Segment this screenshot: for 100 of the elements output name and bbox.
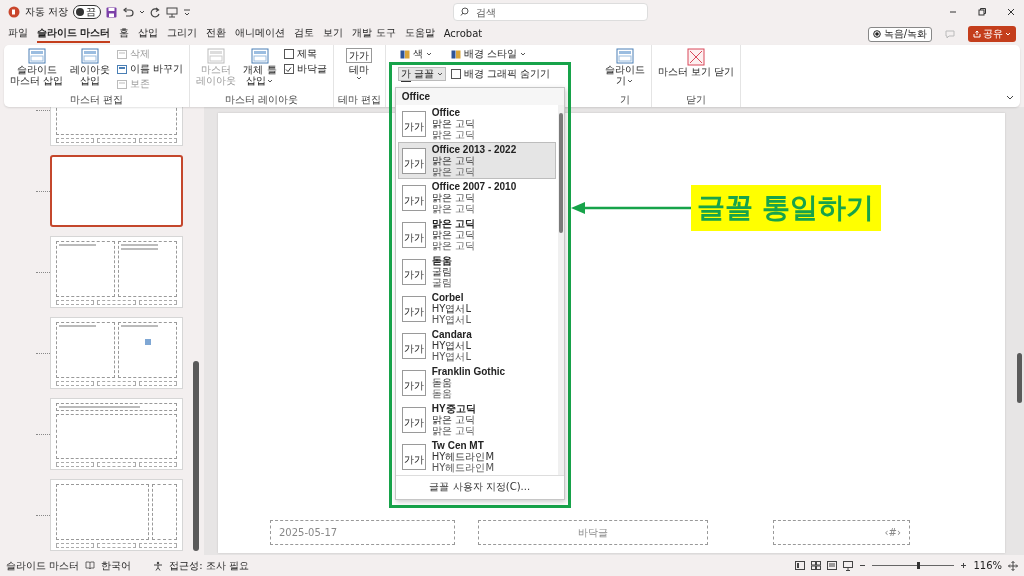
font-theme-name: Candara xyxy=(431,329,472,340)
theme-button[interactable]: 가가 테마 xyxy=(344,47,375,82)
grid-view-icon[interactable] xyxy=(811,561,822,570)
undo-icon[interactable] xyxy=(122,6,135,18)
body-font: HY헤드라인M xyxy=(431,462,494,473)
group-label: 기 xyxy=(619,94,630,106)
ribbon-button[interactable]: 개체 틀 삽입 xyxy=(241,47,279,87)
search-field[interactable]: 검색 xyxy=(452,3,648,21)
font-theme-name: Franklin Gothic xyxy=(431,366,506,377)
book-icon[interactable] xyxy=(85,561,96,570)
reading-view-icon[interactable] xyxy=(827,561,838,570)
scrollbar[interactable] xyxy=(557,105,564,475)
checkbox-label[interactable]: 바닥글 xyxy=(296,62,327,76)
close-icon[interactable] xyxy=(1006,7,1016,17)
footer-placeholder[interactable]: 바닥글 xyxy=(478,520,708,545)
ribbon-menu-button[interactable]: 색 xyxy=(397,47,446,61)
zoom-in-icon[interactable] xyxy=(960,562,968,569)
fonts-menu-button[interactable]: 가 글꼴 xyxy=(397,67,446,81)
ribbon-tab[interactable]: Acrobat xyxy=(443,26,483,42)
fit-to-window-icon[interactable] xyxy=(1008,560,1018,571)
slide-thumbnail[interactable] xyxy=(50,155,183,227)
accessibility-icon[interactable] xyxy=(153,560,164,571)
font-preview: 가가 xyxy=(401,332,426,359)
ribbon-button[interactable]: 슬라이드 기 xyxy=(602,47,647,87)
close-master-button[interactable]: 마스터 보기 닫기 xyxy=(655,47,737,78)
body-font: 돋움 xyxy=(431,388,453,399)
caret-icon xyxy=(519,51,526,57)
zoom-reading[interactable]: 116% xyxy=(973,560,1002,571)
heading-font: 돋움 xyxy=(431,377,453,388)
heading-font: HY엽서L xyxy=(431,340,472,351)
heading-font: 맑은 고딕 xyxy=(431,229,475,240)
checkbox-label[interactable]: 배경 그래픽 숨기기 xyxy=(463,67,551,81)
ribbon-tab[interactable]: 검토 xyxy=(294,25,315,43)
dropdown-header: Office xyxy=(395,88,564,105)
font-theme-name: HY중고딕 xyxy=(431,403,476,414)
autosave-label: 자동 저장 xyxy=(25,5,69,19)
ribbon-tab[interactable]: 보기 xyxy=(323,25,344,43)
checkbox-label[interactable]: 제목 xyxy=(296,47,317,61)
ribbon-tab[interactable]: 파일 xyxy=(8,25,28,43)
slideshow-icon[interactable] xyxy=(843,560,854,571)
font-preview: 가가 xyxy=(401,147,426,174)
slide-layout-icon xyxy=(207,48,226,64)
caret-icon xyxy=(436,71,443,77)
restore-icon[interactable] xyxy=(977,7,987,17)
group-label: 테마 편집 xyxy=(337,94,381,106)
body-font: 맑은 고딕 xyxy=(431,240,475,251)
slide-icon xyxy=(117,79,128,89)
slide-number-placeholder[interactable]: ‹#› xyxy=(773,520,910,545)
caret-icon xyxy=(1005,31,1011,37)
font-theme-name: 맑은 고딕 xyxy=(431,218,475,229)
body-font: HY엽서L xyxy=(431,314,471,325)
record-button[interactable]: 녹음/녹화 xyxy=(867,26,932,42)
theme-preview: 가가 xyxy=(346,48,373,63)
font-preview: 가가 xyxy=(401,110,426,137)
share-icon xyxy=(973,30,981,38)
normal-view-icon[interactable] xyxy=(795,561,806,570)
checkbox[interactable] xyxy=(283,64,294,74)
status-accessibility[interactable]: 접근성: 조사 필요 xyxy=(169,558,249,573)
status-mode: 슬라이드 마스터 xyxy=(6,558,80,573)
ribbon-tab[interactable]: 전환 xyxy=(206,25,227,43)
body-font: 맑은 고딕 xyxy=(431,425,476,436)
ribbon-button[interactable]: 슬라이드 마스터 삽입 xyxy=(8,47,66,87)
slide-icon xyxy=(117,49,128,59)
font-theme-name: Office xyxy=(431,107,462,118)
redo-icon[interactable] xyxy=(150,6,162,18)
save-icon[interactable] xyxy=(106,6,118,18)
presentation-icon[interactable] xyxy=(166,6,179,18)
collapse-icon[interactable] xyxy=(1006,93,1014,101)
checkbox[interactable] xyxy=(450,69,461,79)
body-font: 맑은 고딕 xyxy=(431,203,476,214)
slide-layout-icon xyxy=(27,48,46,64)
group-label: 마스터 편집 xyxy=(70,94,124,106)
heading-font: HY헤드라인M xyxy=(431,451,494,462)
ribbon-tab[interactable]: 그리기 xyxy=(167,25,198,43)
font-theme-name: Office 2007 - 2010 xyxy=(431,181,517,192)
font-preview: 가가 xyxy=(401,221,426,248)
search-icon xyxy=(459,7,469,16)
ribbon-tab[interactable]: 삽입 xyxy=(138,25,159,43)
ribbon-tab[interactable]: 도움말 xyxy=(404,25,435,43)
ribbon-tab[interactable]: 슬라이드 마스터 xyxy=(37,25,111,43)
ribbon-tab[interactable]: 애니메이션 xyxy=(235,25,286,43)
status-language[interactable]: 한국어 xyxy=(101,558,132,573)
checkbox[interactable] xyxy=(283,49,294,59)
share-button[interactable]: 공유 xyxy=(968,26,1016,42)
customize-icon[interactable] xyxy=(183,8,192,16)
autosave-toggle[interactable]: 끔 xyxy=(73,5,102,19)
font-preview: 가가 xyxy=(401,258,426,285)
zoom-out-icon[interactable] xyxy=(859,562,867,569)
ribbon-tab[interactable]: 홈 xyxy=(119,25,130,43)
ribbon-tab[interactable]: 개발 도구 xyxy=(352,25,396,43)
heading-font: 맑은 고딕 xyxy=(431,118,475,129)
ribbon-small-button[interactable]: 이름 바꾸기 xyxy=(115,62,186,76)
zoom-slider[interactable] xyxy=(872,561,955,570)
date-placeholder[interactable]: 2025-05-17 xyxy=(270,520,455,545)
caret-icon[interactable] xyxy=(139,9,146,15)
ribbon-menu-button[interactable]: 배경 스타일 xyxy=(448,47,553,61)
slide-layout-icon xyxy=(81,48,100,64)
ribbon-button[interactable]: 레이아웃 삽입 xyxy=(68,47,113,87)
callout-label: 글꼴 통일하기 xyxy=(690,185,881,231)
heading-font: 맑은 고딕 xyxy=(431,192,476,203)
